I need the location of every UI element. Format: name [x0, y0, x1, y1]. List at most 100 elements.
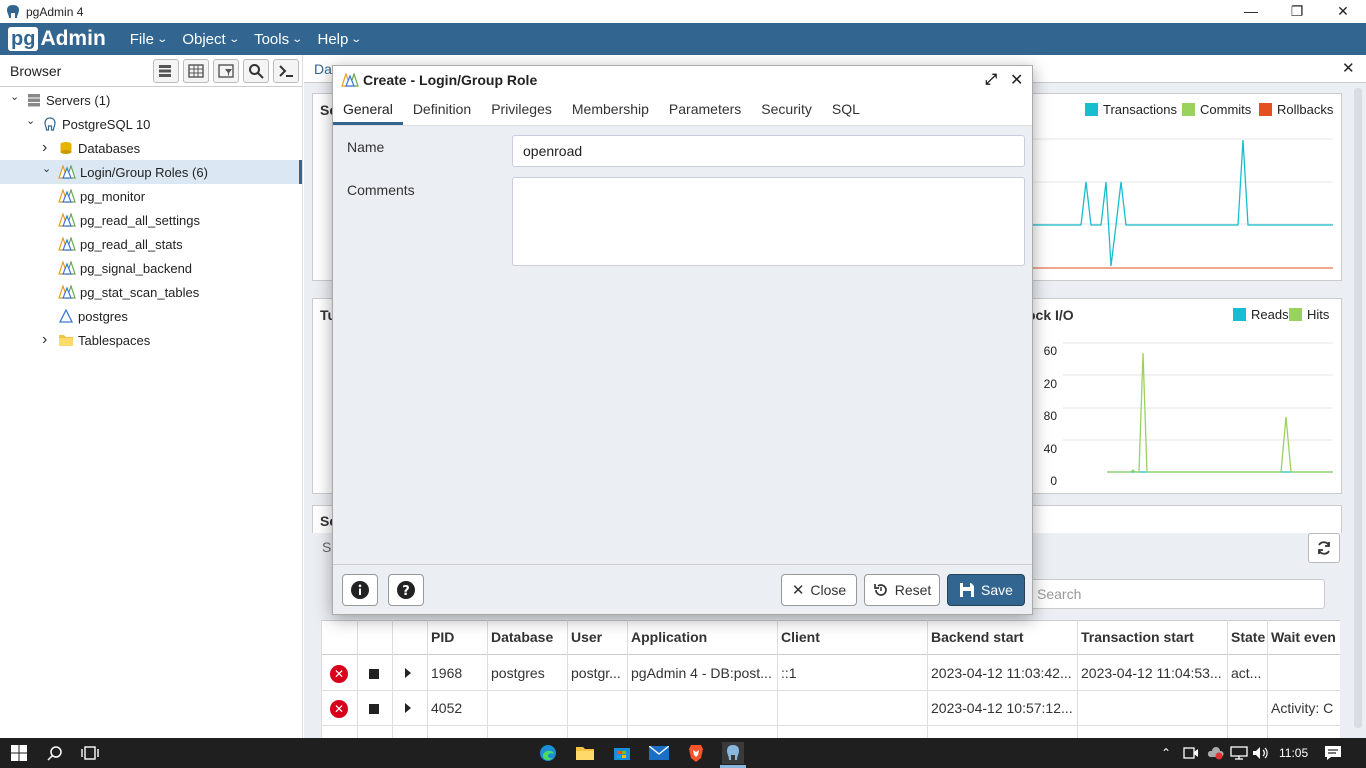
- tab-dashboard[interactable]: Da: [314, 61, 332, 77]
- dialog-header[interactable]: Create - Login/Group Role ⤢ ✕: [333, 66, 1032, 94]
- menu-object[interactable]: Object ⌄: [182, 31, 239, 48]
- window-titlebar: pgAdmin 4 — ❐ ✕: [0, 0, 1366, 23]
- tab-security[interactable]: Security: [751, 93, 822, 125]
- info-button[interactable]: [342, 574, 378, 606]
- mail-icon[interactable]: [648, 742, 670, 764]
- table-icon: [188, 64, 204, 78]
- menubar: pg Admin File ⌄ Object ⌄ Tools ⌄ Help ⌄: [0, 23, 1366, 55]
- column-header[interactable]: Database: [491, 629, 565, 645]
- volume-icon[interactable]: [1250, 742, 1272, 764]
- activity-search-input[interactable]: Search: [1028, 579, 1325, 609]
- reset-button[interactable]: Reset: [864, 574, 940, 606]
- chevron-down-icon[interactable]: ⌄: [26, 114, 42, 127]
- block-io-chart: [1063, 342, 1333, 473]
- tab-membership[interactable]: Membership: [562, 93, 659, 125]
- filter-table-icon: [218, 64, 234, 78]
- tab-privileges[interactable]: Privileges: [481, 93, 562, 125]
- brave-browser-icon[interactable]: [685, 742, 707, 764]
- file-explorer-icon[interactable]: [574, 742, 596, 764]
- chevron-right-icon[interactable]: ›: [42, 331, 58, 349]
- column-header[interactable]: Wait even: [1271, 629, 1345, 645]
- column-header[interactable]: State: [1231, 629, 1265, 645]
- svg-text:?: ?: [402, 584, 410, 599]
- column-header[interactable]: Client: [781, 629, 925, 645]
- menu-help[interactable]: Help ⌄: [318, 31, 363, 48]
- close-dialog-icon[interactable]: ✕: [1010, 70, 1023, 90]
- menu-tools[interactable]: Tools ⌄: [254, 31, 303, 48]
- minimize-button[interactable]: —: [1228, 0, 1274, 23]
- tree-item[interactable]: ⌄ PostgreSQL 10: [0, 112, 302, 136]
- legend-commits: Commits: [1182, 102, 1251, 117]
- pgadmin-taskbar-icon[interactable]: [722, 742, 744, 764]
- dialog-tabs: General Definition Privileges Membership Par…: [333, 94, 1032, 126]
- tree-item[interactable]: ⌄ Servers (1): [0, 88, 302, 112]
- network-icon[interactable]: [1228, 742, 1250, 764]
- column-header[interactable]: PID: [431, 629, 485, 645]
- terminate-session-icon[interactable]: ✕: [330, 665, 348, 683]
- view-data-button[interactable]: [183, 59, 209, 83]
- tree-item[interactable]: pg_stat_scan_tables: [0, 280, 302, 304]
- terminate-session-icon[interactable]: ✕: [330, 700, 348, 718]
- filtered-rows-button[interactable]: [213, 59, 239, 83]
- chevron-down-icon[interactable]: ⌄: [10, 90, 26, 103]
- close-window-button[interactable]: ✕: [1320, 0, 1366, 23]
- close-button[interactable]: ✕ Close: [781, 574, 857, 606]
- dashboard-scrollbar[interactable]: [1354, 88, 1362, 728]
- dialog-footer: ? ✕ Close Reset Save: [333, 564, 1032, 614]
- search-icon[interactable]: [44, 742, 66, 764]
- tree-item-label: pg_read_all_stats: [80, 236, 183, 252]
- tree-item[interactable]: pg_read_all_settings: [0, 208, 302, 232]
- tree-item[interactable]: pg_signal_backend: [0, 256, 302, 280]
- column-header[interactable]: Backend start: [931, 629, 1075, 645]
- tree-item[interactable]: › Tablespaces: [0, 328, 302, 352]
- comments-textarea[interactable]: [512, 177, 1025, 266]
- cancel-query-icon[interactable]: [369, 669, 379, 679]
- column-header[interactable]: User: [571, 629, 625, 645]
- chevron-down-icon[interactable]: ⌄: [42, 162, 58, 175]
- clock[interactable]: 11:05: [1279, 746, 1308, 760]
- column-header[interactable]: Application: [631, 629, 775, 645]
- restore-button[interactable]: ❐: [1274, 0, 1320, 23]
- meet-now-icon[interactable]: [1180, 742, 1202, 764]
- group-role-icon: [58, 261, 76, 275]
- tab-definition[interactable]: Definition: [403, 93, 481, 125]
- legend-transactions: Transactions: [1085, 102, 1177, 117]
- search-objects-button[interactable]: [243, 59, 269, 83]
- tree-item-label: postgres: [78, 308, 128, 324]
- tree-item[interactable]: postgres: [0, 304, 302, 328]
- close-tab-icon[interactable]: ✕: [1342, 59, 1355, 77]
- blockio-panel-title: ock I/O: [1027, 307, 1074, 323]
- tree-item[interactable]: ⌄ Login/Group Roles (6): [0, 160, 302, 184]
- tab-parameters[interactable]: Parameters: [659, 93, 751, 125]
- onedrive-icon[interactable]: [1204, 742, 1226, 764]
- tree-item[interactable]: › Databases: [0, 136, 302, 160]
- chevron-up-icon[interactable]: ⌃: [1155, 742, 1177, 764]
- name-input[interactable]: openroad: [512, 135, 1025, 167]
- sessions-grid: PID Database User Application Client Backend …: [321, 620, 1340, 738]
- tree-item[interactable]: pg_monitor: [0, 184, 302, 208]
- tab-sql[interactable]: SQL: [822, 93, 870, 125]
- notifications-icon[interactable]: [1322, 742, 1344, 764]
- refresh-button[interactable]: [1308, 533, 1340, 563]
- save-icon: [960, 583, 975, 597]
- help-button[interactable]: ?: [388, 574, 424, 606]
- save-button[interactable]: Save: [947, 574, 1025, 606]
- chevron-right-icon[interactable]: ›: [42, 139, 58, 157]
- psql-tool-button[interactable]: [273, 59, 299, 83]
- expand-row-icon[interactable]: [405, 668, 411, 678]
- object-properties-button[interactable]: [153, 59, 179, 83]
- windows-start-icon[interactable]: [8, 742, 30, 764]
- column-header[interactable]: Transaction start: [1081, 629, 1225, 645]
- tree-item-label: PostgreSQL 10: [62, 116, 151, 132]
- tree-item[interactable]: pg_read_all_stats: [0, 232, 302, 256]
- menu-file[interactable]: File ⌄: [130, 31, 168, 48]
- tab-general[interactable]: General: [333, 93, 403, 125]
- expand-row-icon[interactable]: [405, 703, 411, 713]
- maximize-icon[interactable]: ⤢: [985, 71, 997, 88]
- tab-sessions[interactable]: S: [322, 539, 331, 555]
- cancel-query-icon[interactable]: [369, 704, 379, 714]
- store-icon[interactable]: [611, 742, 633, 764]
- terminal-icon: [279, 65, 293, 77]
- task-view-icon[interactable]: [79, 742, 101, 764]
- edge-browser-icon[interactable]: [537, 742, 559, 764]
